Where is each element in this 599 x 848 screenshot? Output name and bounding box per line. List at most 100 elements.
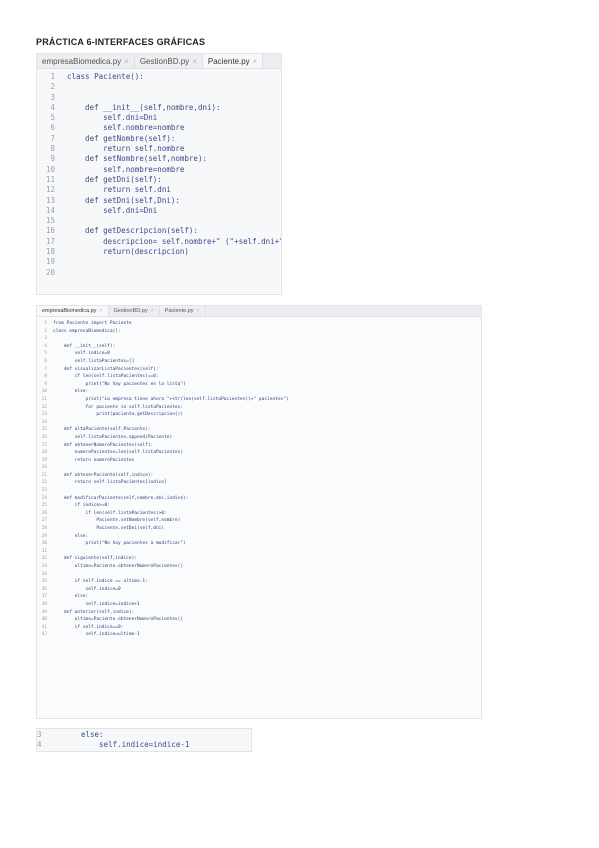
editor-tab[interactable]: empresaBiomedica.py × (37, 54, 135, 68)
code-line: 7 def getNombre(self): (37, 134, 281, 144)
code-text: class empresaBiomedica(): (53, 328, 121, 334)
line-number: 10 (41, 389, 47, 395)
line-number: 23 (41, 488, 47, 494)
editor-tab[interactable]: Paciente.py × (202, 54, 264, 68)
tab-close-icon[interactable]: × (124, 57, 129, 66)
code-line: 3 (37, 93, 281, 103)
line-number: 3 (44, 336, 47, 342)
line-number: 33 (41, 564, 47, 569)
code-line: 2 (37, 82, 281, 92)
tab-close-icon[interactable]: × (99, 308, 102, 314)
code-text: self.dni=Dni (67, 205, 158, 215)
code-line: 9 def setNombre(self,nombre): (37, 154, 281, 164)
line-number: 17 (41, 442, 47, 448)
code-line: 4 self.indice=indice-1 (37, 740, 251, 750)
code-line: 32 def siguiente(self,indice): (37, 555, 481, 563)
line-number: 39 (41, 609, 47, 615)
code-line: 13 print(paciente.getDescripcion()) (37, 411, 481, 419)
code-line: 14 self.dni=Dni (37, 206, 281, 216)
code-line: 28 Paciente.setDni(self,dni) (37, 525, 481, 533)
code-line: 16 def getDescripcion(self): (37, 226, 281, 236)
code-text: else: (53, 533, 89, 539)
code-text: def __init__(self): (53, 343, 116, 349)
editor-tab[interactable]: GestionBD.py × (109, 306, 160, 316)
code-line: 39 def anterior(self,indice): (37, 609, 481, 617)
code-text: if len(self.listaPacientes)>0: (53, 510, 167, 516)
code-screenshot-empresa-biomedica: empresaBiomedica.py × GestionBD.py × Pacient… (36, 305, 482, 719)
code-text: self.indice=0 (53, 586, 121, 592)
line-number: 14 (45, 205, 55, 215)
code-line: 15 (37, 216, 281, 226)
editor-tab[interactable]: Paciente.py × (160, 306, 206, 316)
code-line: 5 self.dni=Dni (37, 113, 281, 123)
line-number: 11 (41, 396, 47, 402)
code-line: 21 def obtenerPaciente(self,indice): (37, 472, 481, 480)
code-text: self.indice=0 (53, 351, 110, 357)
line-number: 7 (44, 366, 47, 372)
code-line: 40 ultimo=Paciente.obtenerNumeroPaciente… (37, 616, 481, 624)
code-text: self.listaPacientes=[] (53, 358, 135, 364)
line-number: 34 (41, 571, 47, 577)
line-number: 21 (41, 472, 47, 478)
code-text: if self.indice == ultimo-1: (53, 579, 148, 585)
code-line: 10 self.nombre=nombre (37, 165, 281, 175)
line-number: 12 (45, 185, 55, 195)
line-number: 5 (50, 113, 55, 123)
line-number: 18 (41, 450, 47, 456)
line-number: 4 (50, 102, 55, 112)
code-line: 3 else: (37, 730, 251, 740)
code-line: 8 return self.nombre (37, 144, 281, 154)
code-line: 6 self.nombre=nombre (37, 123, 281, 133)
code-text: def anterior(self,indice): (53, 609, 135, 615)
editor-tab-label: GestionBD.py (139, 56, 190, 66)
line-number: 31 (41, 548, 47, 554)
code-text: else: (53, 594, 89, 600)
code-line: 25 if indice>=0: (37, 502, 481, 510)
editor-tab[interactable]: GestionBD.py × (135, 54, 203, 68)
code-line: 14 (37, 419, 481, 427)
code-text: ultimo=Paciente.obtenerNumeroPacientes() (53, 617, 184, 623)
code-line: 9 print("No hay pacientes en la lista") (37, 381, 481, 389)
code-text: def __init__(self,nombre,dni): (67, 102, 221, 112)
code-line: 35 if self.indice == ultimo-1: (37, 578, 481, 586)
code-line: 23 (37, 487, 481, 495)
editor-tab-label: Paciente.py (164, 308, 194, 314)
editor-tab[interactable]: empresaBiomedica.py × (37, 306, 109, 316)
line-number: 40 (41, 617, 47, 623)
line-number: 38 (41, 601, 47, 607)
code-text: else: (81, 730, 104, 739)
code-line: 37 else: (37, 593, 481, 601)
line-number: 15 (41, 427, 47, 433)
code-line: 2 class empresaBiomedica(): (37, 328, 481, 336)
line-number: 7 (50, 133, 55, 143)
line-number: 16 (45, 226, 55, 236)
line-number: 26 (41, 510, 47, 516)
line-number: 37 (41, 594, 47, 600)
code-line: 38 self.indice=indice+1 (37, 601, 481, 609)
editor-tab-label: Paciente.py (207, 56, 250, 66)
code-text: descripcion= self.nombre+" ("+self.dni+"… (67, 236, 281, 246)
editor-tab-bar: empresaBiomedica.py × GestionBD.py × Pacient… (37, 54, 281, 69)
code-text: if indice>=0: (53, 503, 110, 509)
code-line: 29 else: (37, 533, 481, 541)
code-text: self.nombre=nombre (67, 123, 185, 133)
code-text: return self.listaPacientes[indice] (53, 480, 167, 486)
code-line: 1 from Paciente import Paciente (37, 320, 481, 328)
code-text: self.dni=Dni (67, 113, 158, 123)
tab-close-icon[interactable]: × (192, 57, 197, 66)
code-line: 12 return self.dni (37, 185, 281, 195)
tab-close-icon[interactable]: × (151, 308, 154, 314)
tab-close-icon[interactable]: × (197, 308, 200, 314)
code-line: 13 def setDni(self,Dni): (37, 196, 281, 206)
code-line: 5 self.indice=0 (37, 350, 481, 358)
editor-tab-label: empresaBiomedica.py (42, 56, 122, 66)
code-screenshot-else-snippet: 3 else: 4 self.indice=indice-1 (36, 728, 252, 752)
tab-close-icon[interactable]: × (253, 57, 258, 66)
code-text: self.indice=indice-1 (81, 740, 190, 749)
line-number: 6 (50, 123, 55, 133)
